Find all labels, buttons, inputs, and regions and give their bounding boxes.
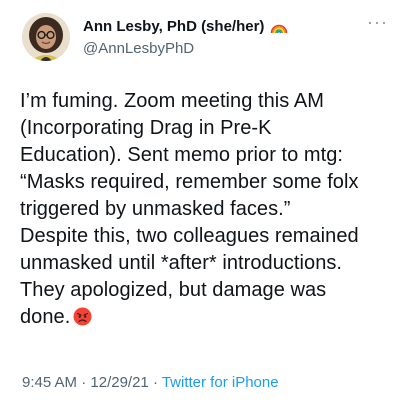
tweet-line: They apologized, but damage was: [20, 279, 327, 301]
author-handle[interactable]: @AnnLesbyPhD: [83, 40, 194, 58]
tweet-line: (Incorporating Drag in Pre-K: [20, 117, 272, 139]
tweet-line: Despite this, two colleagues remained: [20, 225, 359, 247]
tweet-date[interactable]: 12/29/21: [90, 374, 148, 391]
avatar-image: [22, 13, 70, 61]
avatar[interactable]: [22, 13, 70, 61]
tweet-line-last: done.: [20, 304, 395, 331]
author-name[interactable]: Ann Lesby, PhD (she/her): [83, 18, 264, 36]
tweet-source-link[interactable]: Twitter for iPhone: [162, 374, 279, 391]
tweet-meta: 9:45 AM · 12/29/21 · Twitter for iPhone: [22, 374, 279, 392]
author-name-row[interactable]: Ann Lesby, PhD (she/her): [83, 18, 288, 36]
angry-face-icon: [73, 307, 92, 326]
tweet-time[interactable]: 9:45 AM: [22, 374, 77, 391]
tweet-card: Ann Lesby, PhD (she/her) @AnnLesbyPhD ··…: [0, 0, 410, 403]
rainbow-icon: [271, 24, 288, 34]
tweet-line: Education). Sent memo prior to mtg:: [20, 144, 343, 166]
meta-separator: ·: [148, 374, 162, 391]
more-options-icon[interactable]: ···: [367, 13, 388, 31]
tweet-line-text: done.: [20, 306, 71, 328]
tweet-line: triggered by unmasked faces.”: [20, 198, 291, 220]
tweet-line: “Masks required, remember some folx: [20, 171, 359, 193]
tweet-text: I’m fuming. Zoom meeting this AM (Incorp…: [20, 88, 395, 331]
tweet-line: unmasked until *after* introductions.: [20, 252, 343, 274]
tweet-line: I’m fuming. Zoom meeting this AM: [20, 90, 324, 112]
meta-separator: ·: [77, 374, 91, 391]
